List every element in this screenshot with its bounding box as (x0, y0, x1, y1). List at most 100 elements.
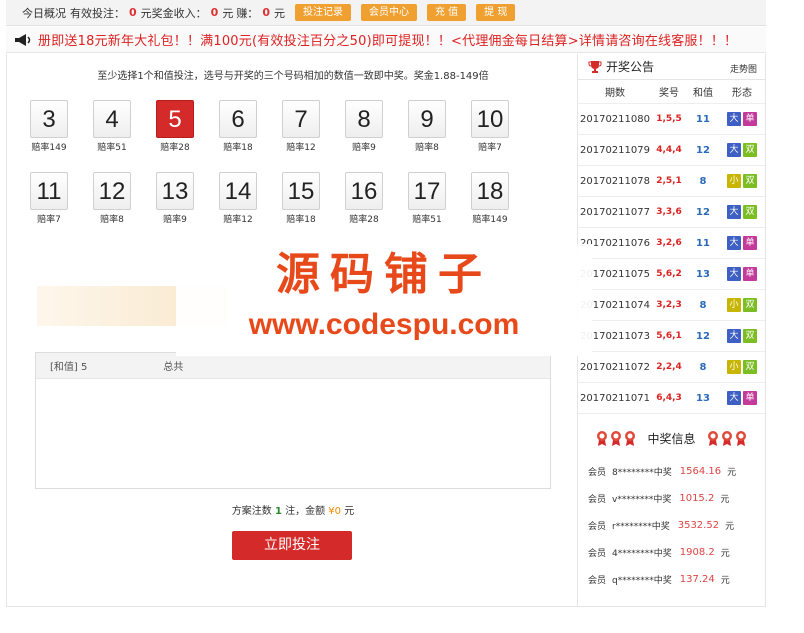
medal-icon (625, 431, 636, 446)
trophy-icon (588, 60, 602, 73)
sum-option-number[interactable]: 9 (408, 100, 446, 138)
profit-currency: 元 (273, 6, 285, 20)
sum-option-15[interactable]: 15 赔率18 (280, 172, 322, 225)
parity-tag: 双 (743, 143, 757, 157)
sum-option-odds: 赔率18 (286, 215, 316, 225)
sum-option-number[interactable]: 15 (282, 172, 320, 210)
bet-slip-total-label: 总共 (163, 362, 184, 373)
result-sum: 13 (696, 392, 710, 404)
sum-option-number[interactable]: 16 (345, 172, 383, 210)
profit-value: 0 (262, 6, 270, 19)
sum-option-3[interactable]: 3 赔率149 (28, 100, 70, 153)
result-sum: 11 (696, 113, 710, 125)
overview-label: 今日概况 (22, 6, 66, 20)
member-label: 会员 (588, 468, 607, 478)
place-bet-button[interactable]: 立即投注 (232, 531, 352, 560)
winner-amount: 137.24 (679, 574, 715, 585)
winner-user: v********中奖 (612, 492, 671, 505)
sum-option-odds: 赔率12 (286, 143, 316, 153)
sum-option-number[interactable]: 6 (219, 100, 257, 138)
col-sum: 和值 (693, 88, 713, 99)
sum-option-odds: 赔率12 (223, 215, 253, 225)
bet-summary: 方案注数 1 注，金额 ¥0 元 (7, 502, 579, 517)
sum-option-number[interactable]: 17 (408, 172, 446, 210)
sum-option-number[interactable]: 11 (30, 172, 68, 210)
winner-item: 会员 v********中奖 1015.2 元 (578, 485, 765, 512)
sum-option-odds: 赔率8 (415, 143, 439, 153)
sum-option-10[interactable]: 10 赔率7 (469, 100, 511, 153)
result-pattern: 大单 (720, 391, 764, 405)
medal-icon (721, 431, 732, 446)
sum-option-number[interactable]: 18 (471, 172, 509, 210)
summary-count: 1 (274, 506, 282, 517)
trend-chart-link[interactable]: 走势图 (730, 62, 757, 75)
sum-option-number[interactable]: 3 (30, 100, 68, 138)
sum-option-odds: 赔率149 (472, 215, 508, 225)
win-label: 中奖 (653, 576, 672, 586)
winner-username: r******** (612, 522, 652, 532)
sum-option-8[interactable]: 8 赔率9 (343, 100, 385, 153)
sum-option-13[interactable]: 13 赔率9 (154, 172, 196, 225)
size-tag: 小 (727, 360, 741, 374)
result-numbers: 3,3,6 (656, 207, 682, 217)
sum-option-12[interactable]: 12 赔率8 (91, 172, 133, 225)
result-issue: 20170211079 (580, 144, 650, 156)
result-pattern: 大双 (720, 329, 764, 343)
winner-username: q******** (612, 576, 654, 586)
sum-option-number[interactable]: 4 (93, 100, 131, 138)
sum-option-11[interactable]: 11 赔率7 (28, 172, 70, 225)
result-numbers: 5,6,1 (656, 331, 682, 341)
win-label: 中奖 (653, 468, 672, 478)
sum-option-number[interactable]: 7 (282, 100, 320, 138)
win-label: 中奖 (651, 522, 670, 532)
bet-slip-header: [和值] 5 总共 (36, 353, 550, 379)
sum-option-number[interactable]: 12 (93, 172, 131, 210)
size-tag: 大 (727, 205, 741, 219)
sum-option-number[interactable]: 8 (345, 100, 383, 138)
winner-unit: 元 (720, 576, 730, 586)
parity-tag: 双 (743, 205, 757, 219)
sum-option-number[interactable]: 10 (471, 100, 509, 138)
bet-records-button[interactable]: 投注记录 (294, 4, 351, 21)
sum-option-17[interactable]: 17 赔率51 (406, 172, 448, 225)
member-label: 会员 (588, 522, 607, 532)
result-numbers: 2,5,1 (656, 176, 682, 186)
sum-option-18[interactable]: 18 赔率149 (469, 172, 511, 225)
result-pattern: 小双 (720, 174, 764, 188)
sum-option-odds: 赔率28 (160, 143, 190, 153)
result-numbers: 3,2,6 (656, 238, 682, 248)
sum-option-number[interactable]: 5 (156, 100, 194, 138)
bonus-value: 0 (210, 6, 219, 19)
sum-option-5[interactable]: 5 赔率28 (154, 100, 196, 153)
size-tag: 大 (727, 143, 741, 157)
sum-option-4[interactable]: 4 赔率51 (91, 100, 133, 153)
win-label: 中奖 (653, 495, 672, 505)
result-numbers: 4,4,4 (656, 145, 682, 155)
bet-slip-item: [和值] 5 (50, 362, 88, 373)
winner-item: 会员 r********中奖 3532.52 元 (578, 512, 765, 539)
size-tag: 大 (727, 391, 741, 405)
parity-tag: 单 (743, 267, 757, 281)
sum-option-6[interactable]: 6 赔率18 (217, 100, 259, 153)
withdraw-button[interactable]: 提 现 (476, 4, 516, 21)
member-center-button[interactable]: 会员中心 (360, 4, 417, 21)
sum-option-16[interactable]: 16 赔率28 (343, 172, 385, 225)
result-issue: 20170211078 (580, 175, 650, 187)
sum-option-number[interactable]: 13 (156, 172, 194, 210)
sum-option-14[interactable]: 14 赔率12 (217, 172, 259, 225)
result-row: 20170211071 6,4,3 13 大单 (578, 383, 765, 414)
sum-option-7[interactable]: 7 赔率12 (280, 100, 322, 153)
parity-tag: 单 (743, 112, 757, 126)
valid-bet-label: 有效投注： (70, 6, 125, 20)
result-sum: 8 (699, 299, 707, 311)
sum-option-number[interactable]: 14 (219, 172, 257, 210)
size-tag: 大 (727, 267, 741, 281)
result-numbers: 3,2,3 (656, 300, 682, 310)
result-pattern: 大双 (720, 205, 764, 219)
deposit-button[interactable]: 充 值 (426, 4, 467, 21)
result-pattern: 大单 (720, 112, 764, 126)
sum-option-9[interactable]: 9 赔率8 (406, 100, 448, 153)
result-sum: 12 (696, 206, 710, 218)
winner-unit: 元 (720, 549, 730, 559)
summary-mid: 注，金额 (285, 506, 326, 517)
